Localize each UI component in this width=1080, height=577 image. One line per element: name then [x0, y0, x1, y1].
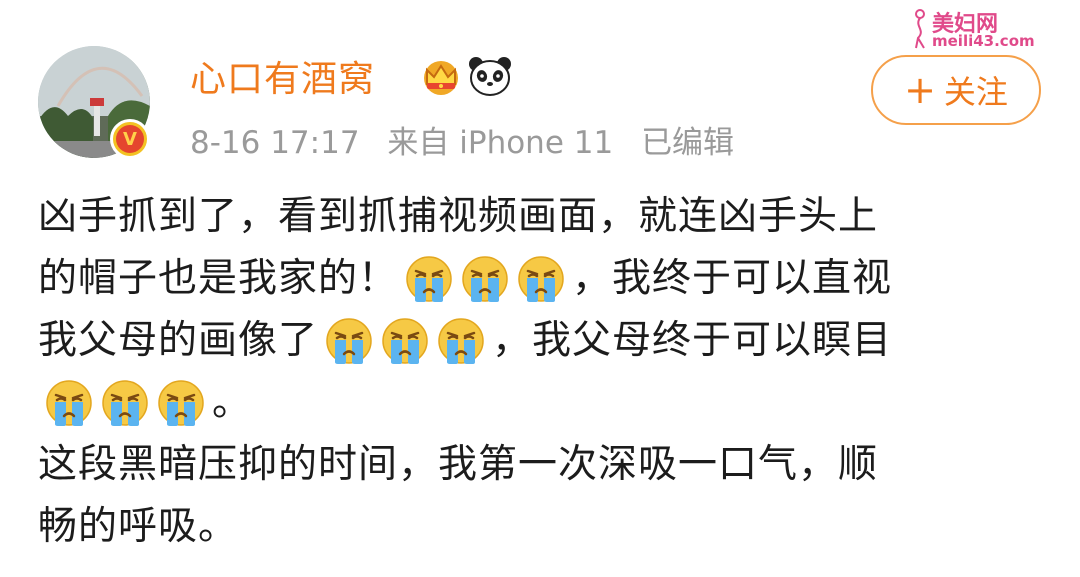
post-meta: 8-16 17:17 来自 iPhone 11 已编辑: [190, 117, 752, 162]
follow-label: 关注: [943, 73, 1008, 111]
plus-icon: +: [904, 68, 936, 112]
content-line: 的帽子也是我家的！ ，我终于可以直视: [38, 248, 1048, 310]
verified-v: V: [116, 125, 144, 153]
content-line: 畅的呼吸。: [38, 496, 1048, 558]
follow-button[interactable]: + 关注: [871, 55, 1041, 125]
content-line: 凶手抓到了，看到抓捕视频画面，就连凶手头上: [38, 186, 1048, 248]
content-text: 畅的呼吸。: [38, 504, 239, 549]
content-line: 这段黑暗压抑的时间，我第一次深吸一口气，顺: [38, 434, 1048, 496]
verified-badge: V: [110, 119, 150, 159]
content-text: 这段黑暗压抑的时间，我第一次深吸一口气，顺: [38, 442, 879, 487]
post-source[interactable]: 来自 iPhone 11: [387, 125, 613, 161]
crying-face-icon: [518, 256, 564, 302]
content-text: 的帽子也是我家的！: [38, 256, 399, 301]
username[interactable]: 心口有酒窝: [190, 50, 375, 102]
crying-face-icon: [382, 318, 428, 364]
content-text: 我父母的画像了: [38, 318, 319, 363]
crying-face-icon: [158, 380, 204, 426]
edited-label[interactable]: 已编辑: [641, 125, 734, 161]
content-text: 。: [212, 380, 253, 425]
content-text: ，我终于可以直视: [572, 256, 893, 301]
emoji-group: [44, 378, 212, 428]
site-watermark: 美妇网 meili43.com: [910, 6, 1080, 54]
content-text: 凶手抓到了，看到抓捕视频画面，就连凶手头上: [38, 194, 879, 239]
panda-icon: [469, 57, 511, 96]
watermark-url: meili43.com: [932, 32, 1035, 50]
content-line: 。: [38, 372, 1048, 434]
crying-face-icon: [438, 318, 484, 364]
post-date: 8-16 17:17: [190, 125, 360, 161]
content-text: ，我父母终于可以瞑目: [492, 318, 893, 363]
crying-face-icon: [462, 256, 508, 302]
post-content: 凶手抓到了，看到抓捕视频画面，就连凶手头上 的帽子也是我家的！ ，我终于可以直视我…: [38, 186, 1048, 558]
crying-face-icon: [102, 380, 148, 426]
crying-face-icon: [326, 318, 372, 364]
content-line: 我父母的画像了 ，我父母终于可以瞑目: [38, 310, 1048, 372]
woman-figure-icon: [915, 9, 925, 49]
crying-face-icon: [46, 380, 92, 426]
crying-face-icon: [406, 256, 452, 302]
emoji-group: [404, 254, 572, 304]
crown-icon: [424, 61, 458, 95]
emoji-group: [324, 316, 492, 366]
